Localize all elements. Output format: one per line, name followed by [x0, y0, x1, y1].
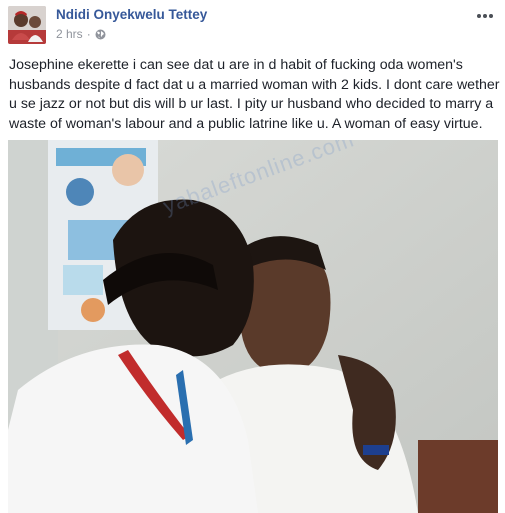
globe-icon[interactable] — [95, 29, 106, 40]
post-message-line: husbands despite d fact dat u a married … — [9, 76, 500, 93]
post-message-line: waste of woman's labour and a public lat… — [9, 115, 483, 132]
author-name-link[interactable]: Ndidi Onyekwelu Tettey — [56, 7, 207, 22]
post-meta: 2 hrs · — [56, 27, 106, 41]
avatar[interactable] — [8, 6, 46, 44]
facebook-post: Ndidi Onyekwelu Tettey 2 hrs · Josephine… — [0, 0, 505, 513]
post-header: Ndidi Onyekwelu Tettey 2 hrs · — [8, 6, 498, 46]
post-timestamp[interactable]: 2 hrs — [56, 27, 83, 41]
post-message: Josephine ekerette i can see dat u are i… — [9, 56, 500, 134]
post-message-line: Josephine ekerette i can see dat u are i… — [9, 57, 463, 73]
meta-separator: · — [86, 27, 91, 41]
post-photo[interactable]: yabaleftonline.com — [8, 140, 498, 513]
more-options-icon[interactable] — [476, 8, 494, 18]
post-message-line: u se jazz or not but dis will b ur last.… — [9, 96, 494, 112]
